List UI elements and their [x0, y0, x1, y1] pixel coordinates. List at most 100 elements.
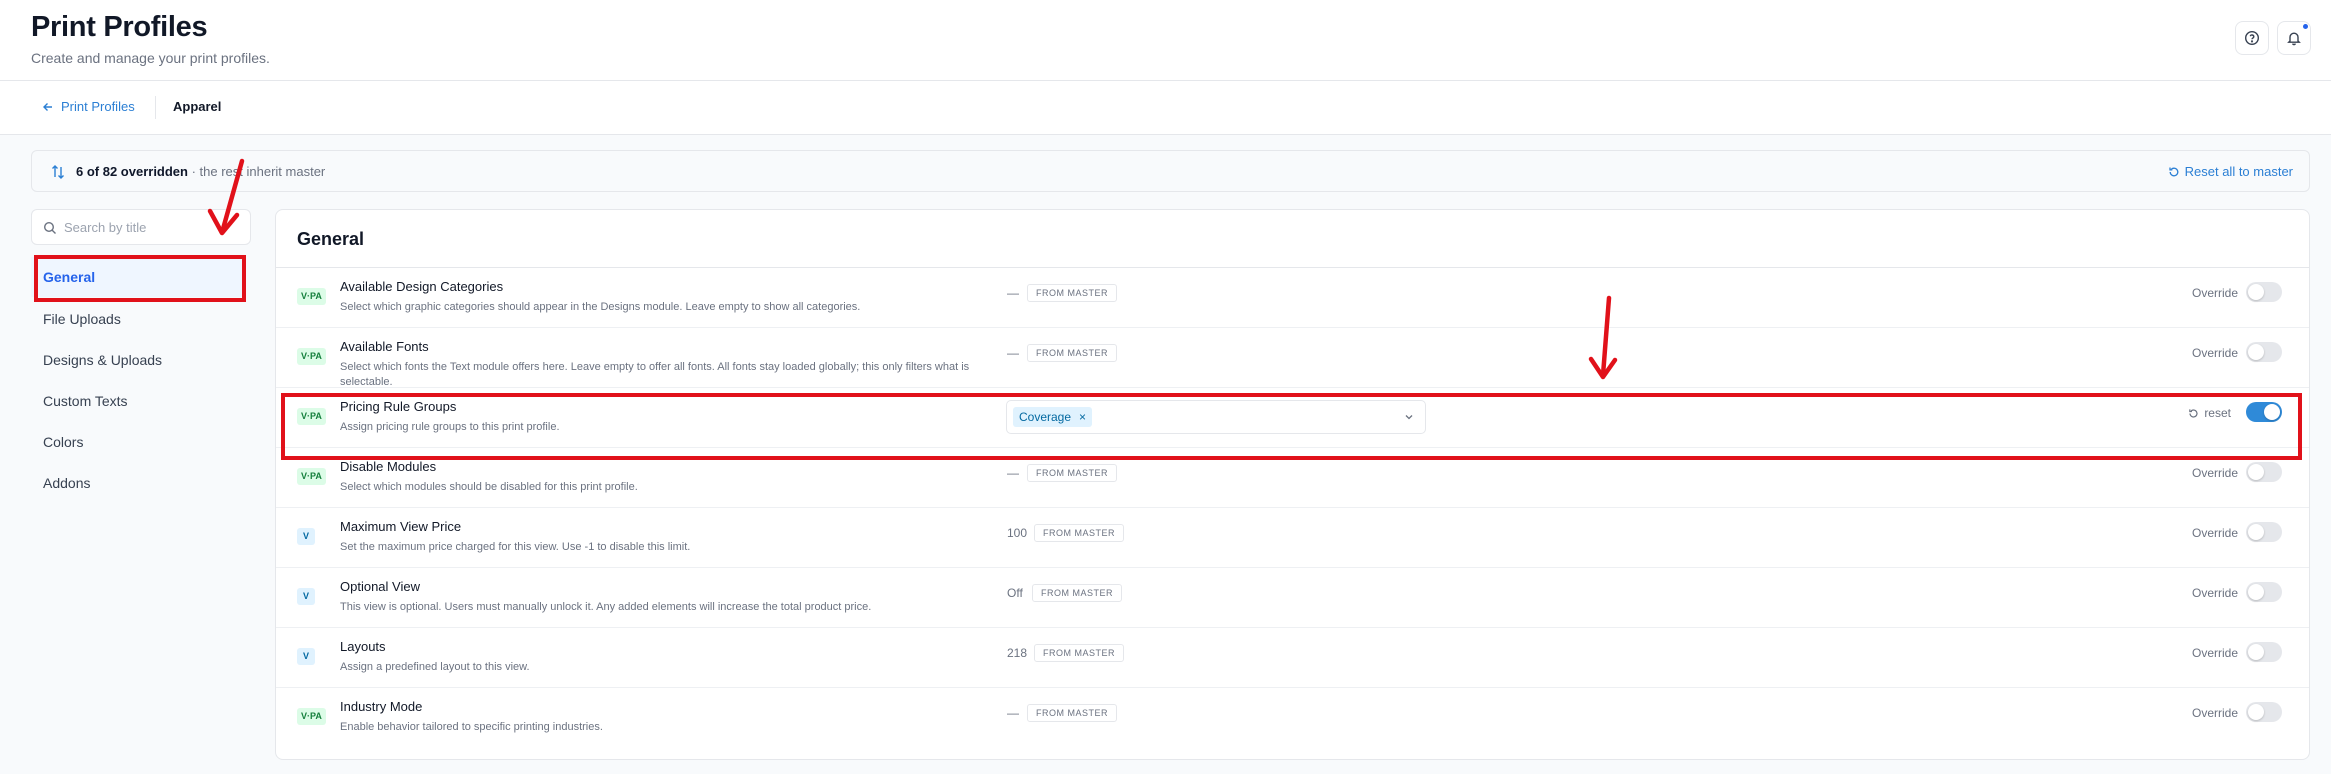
selected-tag-label: Coverage	[1019, 410, 1072, 424]
override-label: Override	[2191, 466, 2238, 480]
override-label: Override	[2191, 346, 2238, 360]
setting-value: 100	[1007, 526, 1028, 540]
nav-item-label: Designs & Uploads	[43, 352, 163, 368]
override-toggle[interactable]	[2246, 702, 2282, 722]
breadcrumb: Print Profiles Apparel	[0, 81, 2331, 135]
setting-value: —	[1007, 706, 1019, 720]
nav-item-file-uploads[interactable]: File Uploads	[31, 299, 246, 339]
scope-badge: V	[297, 588, 315, 605]
summary-rest: · the rest inherit master	[187, 164, 326, 179]
summary-text: 6 of 82 overridden · the rest inherit ma…	[76, 164, 325, 179]
from-master-badge: FROM MASTER	[1027, 704, 1117, 722]
override-toggle[interactable]	[2246, 342, 2282, 362]
nav-item-custom-texts[interactable]: Custom Texts	[31, 381, 246, 421]
setting-description: Set the maximum price charged for this v…	[340, 541, 691, 553]
pricing-rule-groups-select[interactable]: Coverage ×	[1006, 400, 1426, 434]
help-circle-icon	[2244, 30, 2260, 46]
from-master-badge: FROM MASTER	[1032, 584, 1122, 602]
scope-badge: V	[297, 648, 315, 665]
nav-item-label: Addons	[43, 475, 91, 491]
override-toggle[interactable]	[2246, 582, 2282, 602]
reset-all-label: Reset all to master	[2184, 164, 2293, 179]
notification-dot	[2303, 24, 2308, 29]
setting-description: Enable behavior tailored to specific pri…	[340, 721, 603, 733]
scope-badge: V·PA	[297, 408, 326, 425]
from-master-badge: FROM MASTER	[1027, 464, 1117, 482]
search-icon	[43, 221, 56, 234]
from-master-badge: FROM MASTER	[1027, 344, 1117, 362]
scope-badge: V	[297, 528, 315, 545]
page-header: Print Profiles Create and manage your pr…	[0, 0, 2331, 81]
override-toggle[interactable]	[2246, 462, 2282, 482]
bell-icon	[2287, 32, 2301, 46]
setting-row-maximum-view-price: V Maximum View Price Set the maximum pri…	[276, 508, 2309, 568]
nav-item-label: File Uploads	[43, 311, 121, 327]
setting-title: Optional View	[340, 579, 420, 594]
notifications-button[interactable]	[2277, 21, 2311, 55]
setting-value: 218	[1007, 646, 1028, 660]
nav-item-addons[interactable]: Addons	[31, 463, 246, 503]
from-master-badge: FROM MASTER	[1034, 644, 1124, 662]
override-toggle[interactable]	[2246, 402, 2282, 422]
override-label: Override	[2191, 526, 2238, 540]
section-title: General	[297, 229, 365, 249]
toggle-knob	[2248, 584, 2264, 600]
breadcrumb-divider	[155, 96, 156, 119]
back-link-label: Print Profiles	[61, 99, 135, 114]
toggle-knob	[2248, 284, 2264, 300]
row-reset-button[interactable]: reset	[2188, 406, 2231, 420]
back-link[interactable]: Print Profiles	[42, 99, 135, 114]
setting-row-optional-view: V Optional View This view is optional. U…	[276, 568, 2309, 628]
override-toggle[interactable]	[2246, 642, 2282, 662]
nav-item-general[interactable]: General	[31, 257, 246, 297]
override-label: Override	[2191, 646, 2238, 660]
scope-badge: V·PA	[297, 348, 326, 365]
scope-badge: V·PA	[297, 288, 326, 305]
setting-row-layouts: V Layouts Assign a predefined layout to …	[276, 628, 2309, 688]
setting-description: Select which modules should be disabled …	[340, 481, 638, 493]
toggle-knob	[2248, 524, 2264, 540]
override-label: Override	[2191, 586, 2238, 600]
setting-title: Available Design Categories	[340, 279, 504, 294]
arrow-left-icon	[43, 102, 52, 111]
setting-description: Select which graphic categories should a…	[340, 301, 861, 313]
toggle-knob	[2248, 644, 2264, 660]
setting-row-disable-modules: V·PA Disable Modules Select which module…	[276, 448, 2309, 508]
reset-all-button[interactable]: Reset all to master	[2168, 164, 2293, 179]
override-toggle[interactable]	[2246, 282, 2282, 302]
setting-description: Assign pricing rule groups to this print…	[340, 421, 560, 433]
setting-title: Maximum View Price	[340, 519, 462, 534]
override-summary: 6 of 82 overridden · the rest inherit ma…	[31, 150, 2310, 192]
override-label: Override	[2191, 286, 2238, 300]
setting-row-pricing-rule-groups: V·PA Pricing Rule Groups Assign pricing …	[276, 388, 2309, 448]
nav-item-label: Colors	[43, 434, 84, 450]
toggle-knob	[2264, 404, 2280, 420]
nav-item-colors[interactable]: Colors	[31, 422, 246, 462]
override-count: 6 of 82 overridden	[76, 164, 188, 179]
settings-card: General V·PA Available Design Categories…	[275, 209, 2310, 760]
page-title: Print Profiles	[31, 11, 208, 43]
override-toggle[interactable]	[2246, 522, 2282, 542]
setting-row-available-design-categories: V·PA Available Design Categories Select …	[276, 268, 2309, 328]
breadcrumb-current: Apparel	[173, 99, 222, 114]
nav-item-label: Custom Texts	[43, 393, 128, 409]
setting-title: Industry Mode	[340, 699, 423, 714]
toggle-knob	[2248, 464, 2264, 480]
setting-title: Layouts	[340, 639, 386, 654]
scope-badge: V·PA	[297, 708, 326, 725]
reset-icon	[2189, 408, 2198, 418]
setting-row-industry-mode: V·PA Industry Mode Enable behavior tailo…	[276, 688, 2309, 748]
reset-icon	[2168, 167, 2179, 176]
setting-title: Available Fonts	[340, 339, 429, 354]
selected-tag: Coverage ×	[1013, 407, 1093, 427]
remove-tag-icon[interactable]: ×	[1079, 407, 1086, 427]
swap-icon	[52, 165, 64, 179]
toggle-knob	[2248, 704, 2264, 720]
search-input[interactable]	[64, 217, 244, 237]
chevron-down-icon	[1405, 415, 1413, 420]
setting-value: —	[1007, 346, 1019, 360]
setting-title: Disable Modules	[340, 459, 437, 474]
help-button[interactable]	[2235, 21, 2269, 55]
setting-description: Select which fonts the Text module offer…	[340, 361, 970, 388]
nav-item-designs-uploads[interactable]: Designs & Uploads	[31, 340, 246, 380]
